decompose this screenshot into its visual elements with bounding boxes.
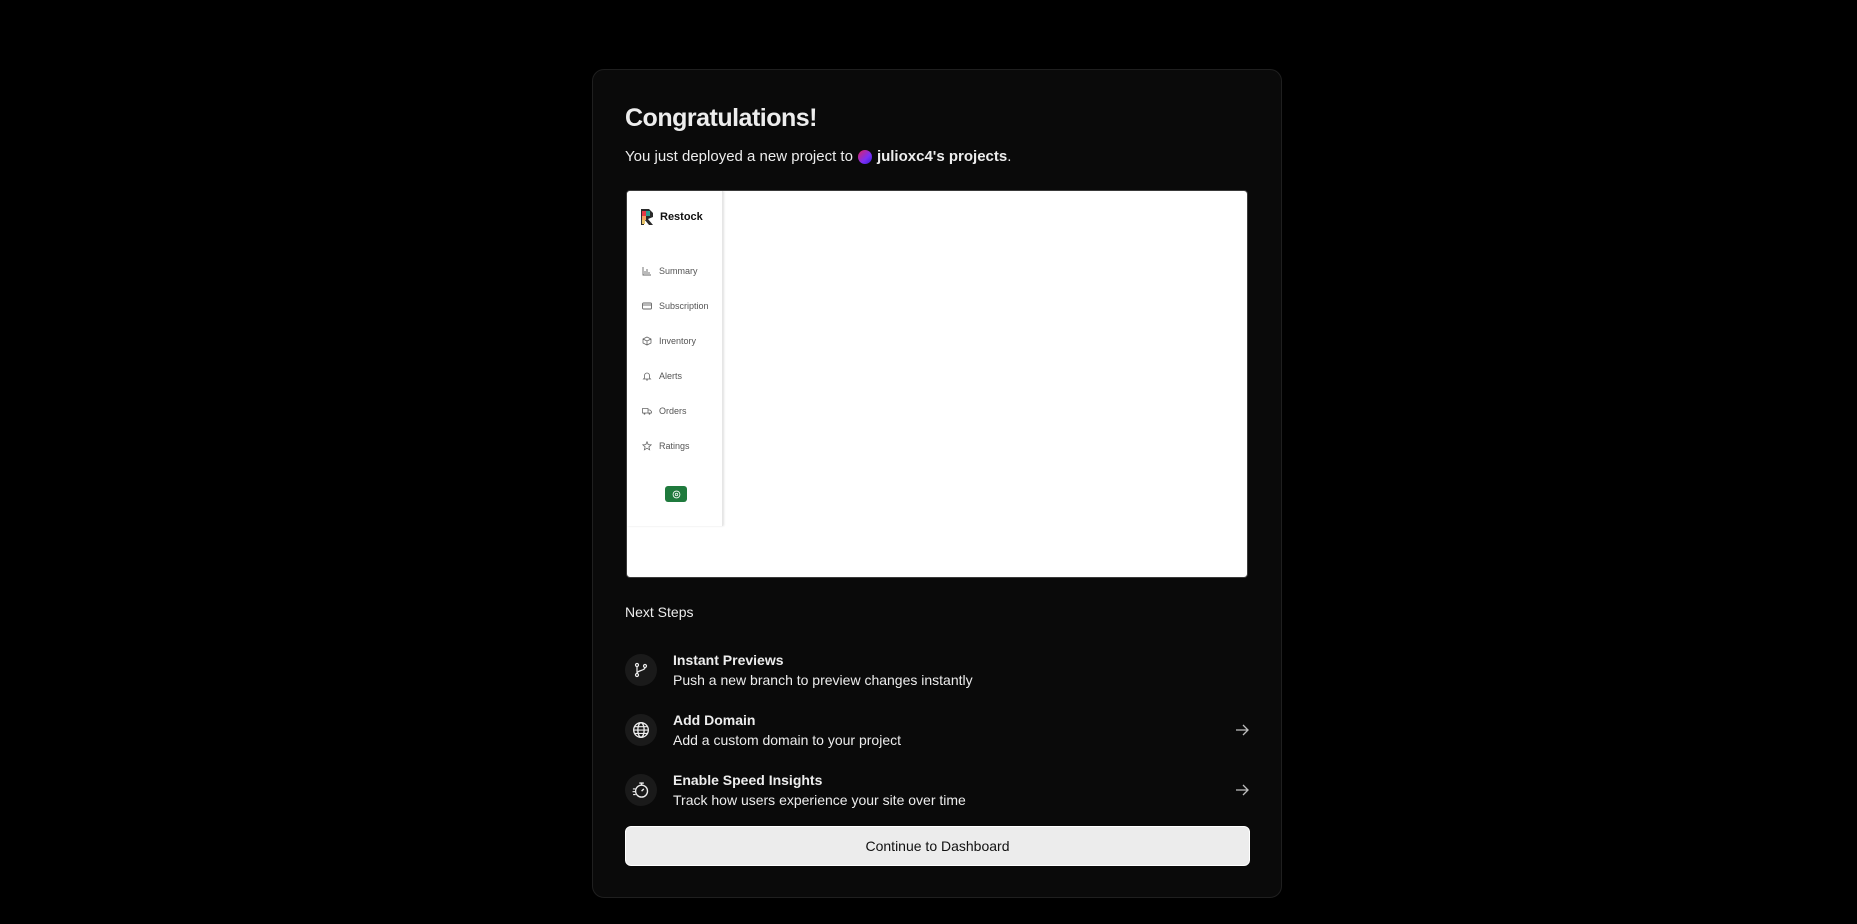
preview-nav-label: Ratings (659, 440, 690, 451)
preview-nav-label: Subscription (659, 300, 709, 311)
arrow-right-icon[interactable] (1234, 722, 1250, 738)
preview-nav-subscription: Subscription (642, 288, 709, 323)
step-icon-container (625, 654, 657, 686)
continue-to-dashboard-button[interactable]: Continue to Dashboard (625, 826, 1250, 866)
preview-nav: Summary Subscription Inventory Alerts Or… (642, 253, 709, 463)
bar-chart-icon (642, 266, 652, 276)
credit-card-icon (642, 301, 652, 311)
star-icon (642, 440, 652, 451)
step-title: Instant Previews (673, 652, 784, 668)
step-instant-previews[interactable]: Instant Previews Push a new branch to pr… (625, 640, 1250, 700)
preview-nav-ratings: Ratings (642, 428, 709, 463)
next-steps-list: Instant Previews Push a new branch to pr… (625, 640, 1250, 820)
git-branch-icon (634, 662, 648, 678)
subtitle-suffix: . (1007, 148, 1012, 165)
truck-icon (642, 406, 652, 416)
bell-icon (642, 371, 652, 381)
preview-help-button (665, 486, 687, 502)
step-description: Push a new branch to preview changes ins… (673, 672, 973, 688)
box-icon (642, 336, 652, 346)
deploy-subtitle: You just deployed a new project to julio… (625, 148, 1011, 165)
preview-nav-summary: Summary (642, 253, 709, 288)
preview-nav-label: Alerts (659, 370, 683, 381)
stopwatch-icon (632, 782, 649, 798)
preview-nav-label: Inventory (659, 335, 697, 346)
help-icon (672, 490, 680, 498)
step-text: Enable Speed Insights Track how users ex… (673, 770, 966, 810)
preview-nav-inventory: Inventory (642, 323, 709, 358)
arrow-right-icon[interactable] (1234, 782, 1250, 798)
subtitle-prefix: You just deployed a new project to (625, 148, 853, 165)
step-text: Add Domain Add a custom domain to your p… (673, 710, 901, 750)
restock-logo-icon (641, 209, 653, 225)
preview-nav-label: Orders (659, 405, 687, 416)
globe-icon (633, 722, 649, 738)
step-icon-container (625, 774, 657, 806)
preview-nav-alerts: Alerts (642, 358, 709, 393)
step-title: Add Domain (673, 712, 756, 728)
next-steps-heading: Next Steps (625, 604, 694, 620)
page-title: Congratulations! (625, 104, 818, 132)
preview-sidebar: Restock Summary Subscription Inventory A… (627, 191, 723, 526)
step-description: Add a custom domain to your project (673, 732, 902, 748)
step-text: Instant Previews Push a new branch to pr… (673, 650, 973, 690)
step-add-domain[interactable]: Add Domain Add a custom domain to your p… (625, 700, 1250, 760)
team-avatar (857, 149, 872, 164)
step-title: Enable Speed Insights (673, 772, 823, 788)
deploy-success-card: Congratulations! You just deployed a new… (592, 69, 1282, 898)
preview-app-name: Restock (660, 211, 703, 223)
preview-logo: Restock (639, 207, 703, 227)
deployment-preview[interactable]: Restock Summary Subscription Inventory A… (626, 190, 1248, 578)
step-icon-container (625, 714, 657, 746)
preview-nav-label: Summary (659, 265, 698, 276)
team-name[interactable]: julioxc4's projects (877, 148, 1007, 165)
preview-nav-orders: Orders (642, 393, 709, 428)
step-speed-insights[interactable]: Enable Speed Insights Track how users ex… (625, 760, 1250, 820)
step-description: Track how users experience your site ove… (673, 792, 966, 808)
